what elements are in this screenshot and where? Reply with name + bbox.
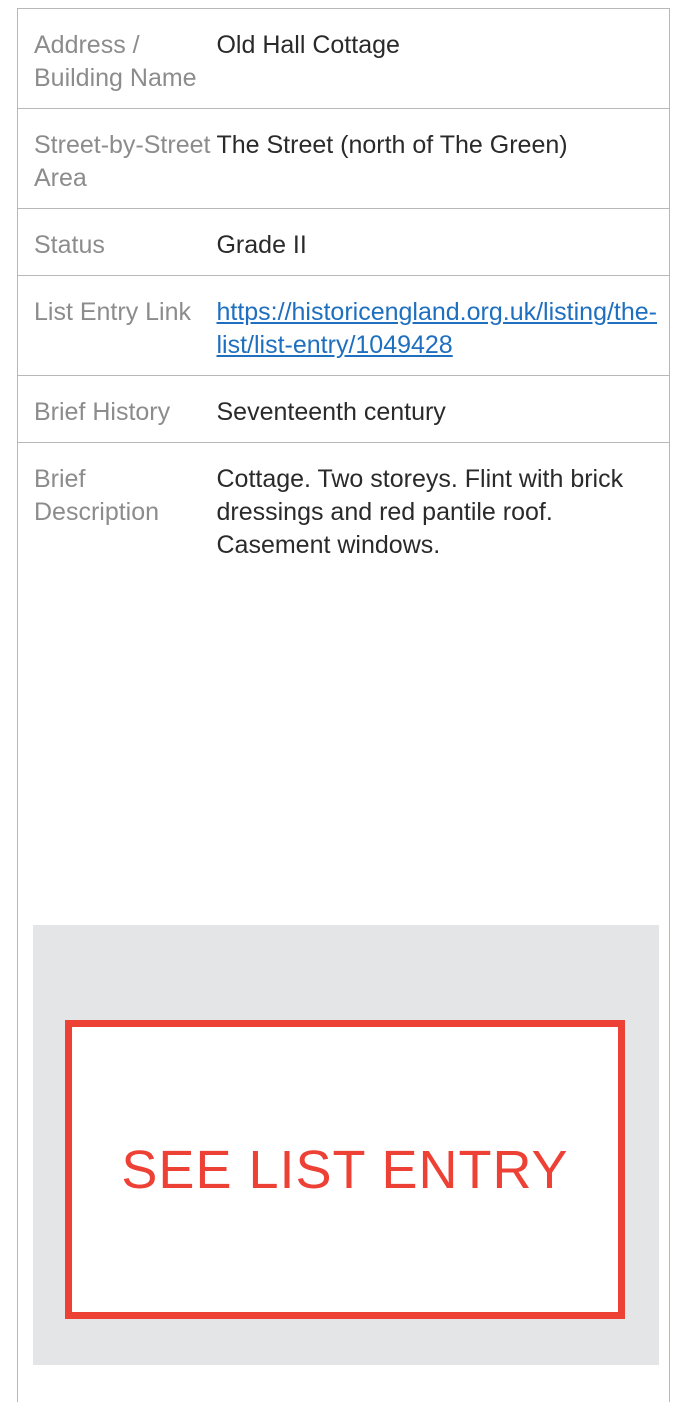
- list-entry-link-cell: https://historicengland.org.uk/listing/t…: [216, 276, 669, 376]
- brief-description-label: Brief Description: [34, 465, 160, 526]
- brief-history-value: Seventeenth century: [216, 398, 446, 426]
- table-row: Address / Building Name Old Hall Cottage: [18, 9, 669, 109]
- address-value: Old Hall Cottage: [216, 31, 400, 59]
- list-entry-link[interactable]: https://historicengland.org.uk/listing/t…: [216, 298, 657, 359]
- see-list-entry-button[interactable]: SEE LIST ENTRY: [65, 1020, 625, 1319]
- table-row: Street-by-Street Area The Street (north …: [18, 109, 669, 209]
- table-row: Brief Description Cottage. Two storeys. …: [18, 443, 669, 576]
- status-label: Status: [34, 231, 105, 259]
- see-list-entry-label: SEE LIST ENTRY: [121, 1139, 569, 1200]
- cta-panel: SEE LIST ENTRY: [33, 925, 659, 1365]
- area-label: Street-by-Street Area: [34, 131, 211, 192]
- area-value: The Street (north of The Green): [216, 131, 568, 159]
- brief-history-label: Brief History: [34, 398, 171, 426]
- list-entry-link-label: List Entry Link: [34, 298, 192, 326]
- status-value: Grade II: [216, 231, 307, 259]
- table-row: Brief History Seventeenth century: [18, 376, 669, 443]
- listing-details-card: Address / Building Name Old Hall Cottage…: [17, 8, 670, 1402]
- table-row: Status Grade II: [18, 209, 669, 276]
- brief-description-value: Cottage. Two storeys. Flint with brick d…: [216, 465, 624, 559]
- address-label: Address / Building Name: [34, 31, 197, 92]
- table-row: List Entry Link https://historicengland.…: [18, 276, 669, 376]
- listing-details-table: Address / Building Name Old Hall Cottage…: [18, 9, 669, 575]
